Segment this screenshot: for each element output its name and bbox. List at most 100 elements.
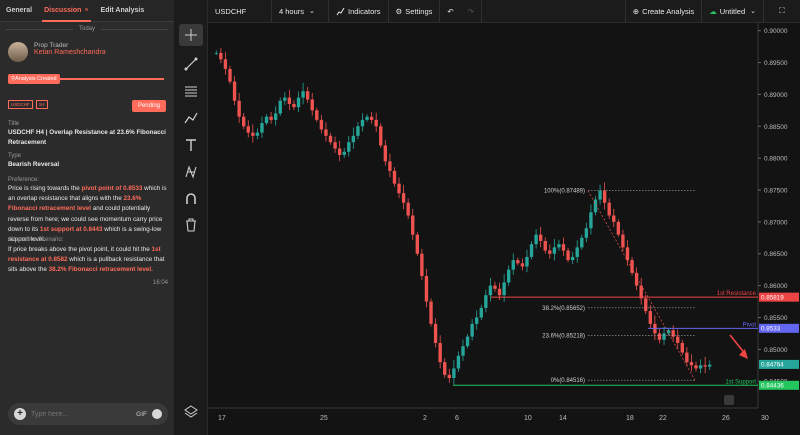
candle-body [219, 52, 223, 60]
trendline-tool-icon[interactable] [179, 53, 203, 75]
emoji-icon[interactable] [152, 409, 162, 419]
candle-body [538, 234, 543, 241]
tab-edit-analysis[interactable]: Edit Analysis [95, 0, 151, 22]
close-icon[interactable]: × [84, 7, 88, 14]
y-tick-label: 0.85000 [764, 347, 788, 354]
candle-body [612, 215, 616, 222]
candle-body [438, 342, 442, 363]
candle-body [511, 260, 515, 270]
candle-body [324, 129, 328, 136]
author-role: Prop Trader [34, 42, 69, 49]
chart-background [208, 23, 800, 435]
avatar[interactable] [8, 42, 28, 62]
candle-body [223, 59, 228, 69]
panel-tabs: General Discussion × Edit Analysis [0, 0, 174, 22]
candle-body [328, 135, 333, 143]
x-tick-label: 30 [761, 415, 769, 422]
candle-body [242, 116, 246, 127]
settings-button[interactable]: ⚙ Settings [389, 0, 441, 23]
redo-button[interactable]: ↷ [461, 0, 482, 23]
type-label: Type [8, 153, 22, 159]
message-composer: + GIF [8, 403, 168, 425]
candle-body [602, 190, 607, 203]
layout-name-label: Untitled [719, 6, 746, 16]
indicators-button[interactable]: Indicators [329, 0, 389, 23]
message-input[interactable] [31, 410, 116, 418]
candle-body [475, 317, 479, 324]
candle-body [365, 116, 369, 120]
add-attachment-button[interactable]: + [14, 408, 26, 420]
fibonacci-tool-icon[interactable] [179, 80, 203, 102]
y-tick-label: 0.87500 [764, 188, 788, 195]
tab-general[interactable]: General [0, 0, 38, 22]
interval-label: 4 hours [279, 6, 305, 16]
current-price-label: 0.84764 [761, 362, 784, 369]
fib-level-label: 23.6%(0.85218) [542, 333, 585, 339]
settings-label: Settings [405, 6, 433, 16]
author-name[interactable]: Ketan Rameshchandra [34, 49, 106, 56]
fullscreen-button[interactable]: ⛶ [764, 0, 800, 23]
tab-discussion[interactable]: Discussion × [38, 0, 94, 22]
y-tick-label: 0.86000 [764, 283, 788, 290]
gif-button[interactable]: GIF [136, 411, 147, 418]
measure-tool-icon[interactable] [179, 161, 203, 183]
candle-body [676, 336, 680, 343]
layers-icon[interactable] [179, 400, 203, 422]
candle-body [369, 116, 374, 120]
crosshair-tool-icon[interactable] [179, 24, 203, 46]
level-name: 1st Resistance [717, 291, 757, 297]
message-timestamp: 16:04 [152, 280, 168, 286]
candle-body [319, 119, 324, 130]
y-tick-label: 0.90000 [764, 28, 788, 35]
candle-body [287, 97, 292, 104]
title-label: Title [8, 121, 20, 127]
x-tick-label: 10 [524, 415, 532, 422]
status-timeline: ⚲Analysis Created [8, 74, 164, 84]
candle-body [278, 100, 282, 114]
create-analysis-button[interactable]: ⊕ Create Analysis [624, 0, 703, 23]
pattern-tool-icon[interactable] [179, 107, 203, 129]
candle-body [570, 256, 575, 261]
candle-body [662, 333, 666, 340]
candle-body [566, 250, 570, 261]
add-circle-icon: ⊕ [632, 6, 640, 16]
candle-body [296, 97, 301, 108]
symbol-selector[interactable]: USDCHF [208, 0, 272, 23]
candle-body [383, 145, 388, 162]
chart-canvas[interactable]: 0.90000 0.89500 0.89000 0.88500 0.88000 0.875… [208, 23, 800, 435]
candle-body [598, 190, 602, 200]
candle-body [525, 256, 529, 267]
candle-body [342, 151, 346, 155]
candle-body [273, 113, 278, 120]
alternative-label: Alternative Scenario: [8, 237, 64, 243]
analysis-title: USDCHF H4 | Overlap Resistance at 23.6% … [8, 129, 166, 146]
drawing-toolbar [175, 0, 208, 435]
text-tool-icon[interactable] [179, 134, 203, 156]
candle-body [552, 247, 557, 254]
layout-selector[interactable]: ☁ Untitled ⌄ [702, 0, 764, 23]
candle-body [529, 244, 534, 257]
interval-selector[interactable]: 4 hours ⌄ [272, 0, 329, 23]
candle-body [411, 215, 415, 235]
candle-body [680, 342, 684, 353]
indicators-icon [336, 7, 345, 15]
body-text: If price breaks above the pivot point, i… [8, 246, 152, 253]
level-name: 1st Support [725, 379, 756, 385]
candle-body [484, 295, 488, 308]
candle-body [708, 364, 712, 367]
level-price-tag-label: 0.85819 [761, 294, 784, 301]
analysis-created-label: Analysis Created [15, 76, 57, 82]
author-block: Prop Trader Ketan Rameshchandra [8, 42, 106, 62]
trash-icon[interactable] [179, 214, 203, 236]
undo-button[interactable]: ↶ [440, 0, 460, 23]
pending-button[interactable]: Pending [131, 100, 166, 112]
magnet-icon[interactable] [179, 188, 203, 210]
price-chart[interactable]: 0.90000 0.89500 0.89000 0.88500 0.88000 0.875… [208, 23, 800, 435]
candle-body [461, 346, 465, 356]
symbol-label: USDCHF [215, 6, 247, 16]
undo-icon: ↶ [447, 6, 454, 16]
symbol-badges: USDCHF 1H [8, 100, 48, 109]
candle-body [516, 260, 520, 264]
preference-label: Preference: [8, 177, 40, 183]
body-text: Price is rising towards the [8, 185, 82, 192]
